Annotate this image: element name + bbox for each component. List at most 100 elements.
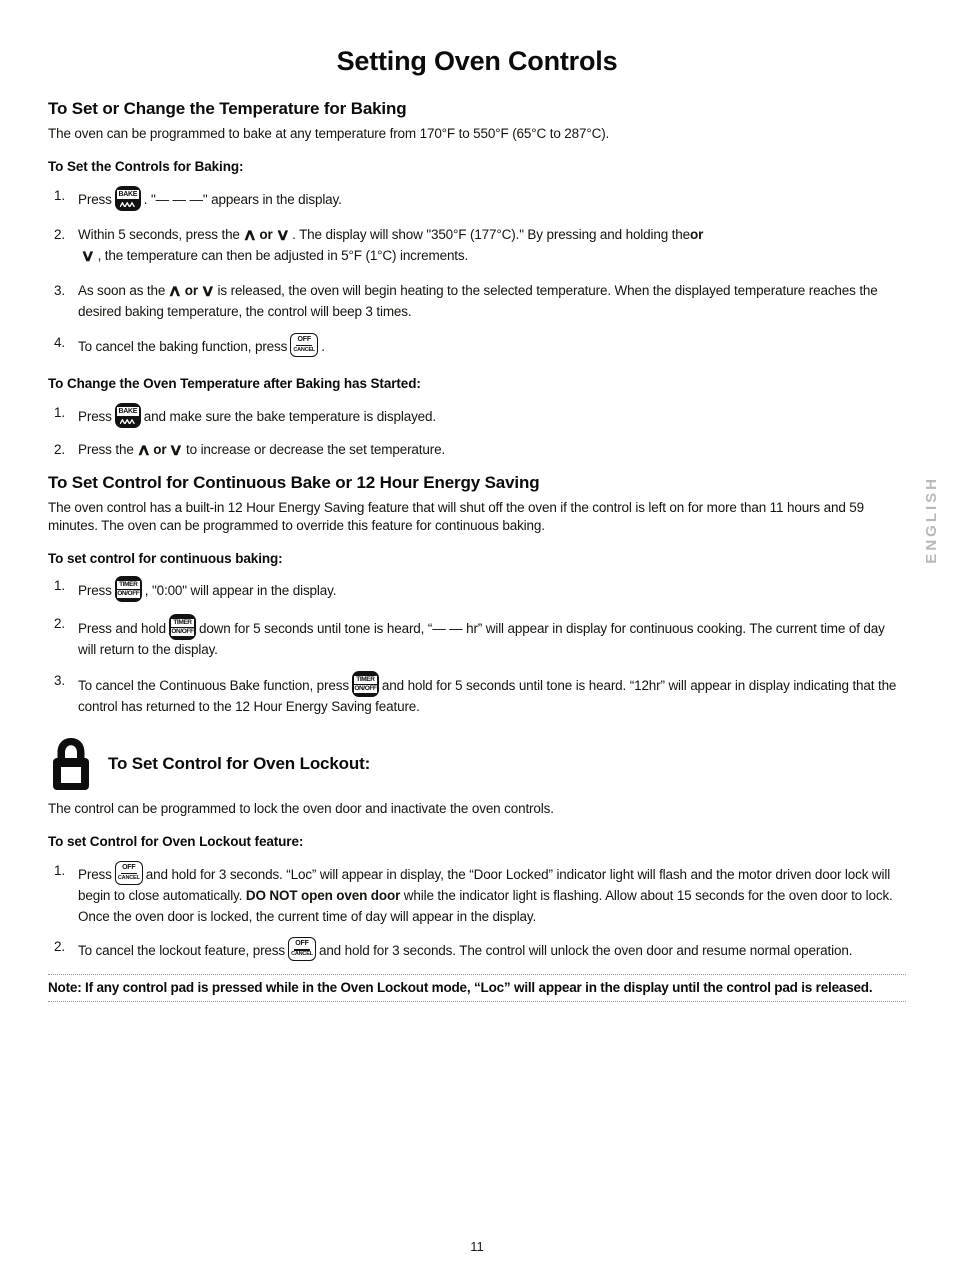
lockout-heading-row: To Set Control for Oven Lockout:	[48, 736, 906, 792]
step-text: Press the ∧ or ∨ to increase or decrease the…	[78, 440, 906, 461]
step-text-b: to increase or decrease the set temperat…	[186, 441, 446, 457]
conjunction-or: or	[259, 227, 273, 243]
section-heading: To Set or Change the Temperature for Bak…	[48, 99, 407, 118]
note-text: Note: If any control pad is pressed whil…	[48, 980, 873, 996]
cancel-icon-label: CANCEL	[291, 951, 313, 958]
step-text: To cancel the baking function, press OFF C…	[78, 332, 906, 358]
list-item: 2. To cancel the lockout feature, press O…	[48, 937, 906, 962]
section-oven-lockout: To Set Control for Oven Lockout: The con…	[48, 736, 906, 963]
manual-page: Setting Oven Controls To Set or Change t…	[0, 46, 954, 1286]
list-item: 2. Press the ∧ or ∨ to increase or decrease …	[48, 440, 906, 461]
off-icon-label: OFF	[297, 335, 312, 343]
section-subheading: To Set the Controls for Baking:	[48, 159, 244, 175]
step-number: 1.	[54, 577, 65, 593]
heating-element-icon	[119, 418, 136, 424]
page-title: Setting Oven Controls	[336, 46, 618, 76]
step-number: 3.	[54, 672, 65, 688]
arrow-down-icon[interactable]: ∨	[169, 442, 184, 459]
step-text-c: , the temperature can then be adjusted i…	[97, 248, 469, 263]
step-text-a: Press	[78, 582, 112, 598]
section-subheading: To set control for continuous baking:	[48, 550, 283, 566]
step-text: Press OFF CANCEL and hold for 3 seconds. “L…	[78, 860, 906, 928]
timer-on-off-button-icon[interactable]: TIMER ON/OFF	[168, 613, 196, 640]
step-number: 2.	[54, 615, 65, 631]
section-heading: To Set Control for Continuous Bake or 12…	[48, 472, 540, 492]
timer-icon-label: TIMER	[170, 618, 194, 627]
arrow-up-icon[interactable]: ∧	[242, 228, 257, 244]
step-text-a: Press the	[78, 441, 134, 457]
step-text: Press BAKE. "— — —" appears in the displa…	[78, 186, 906, 212]
list-item: 1. Press BAKE and make sure the bake tempe…	[48, 402, 906, 428]
side-language-label: ENGLISH	[923, 476, 940, 564]
bake-button-icon[interactable]: BAKE	[114, 402, 141, 428]
step-text: Press BAKE and make sure the bake temperat…	[78, 402, 906, 428]
step-text-a: Press	[78, 866, 112, 882]
section-intro: The control can be programmed to lock th…	[48, 800, 554, 816]
list-item: 2. Within 5 seconds, press the ∧ or ∨. The …	[48, 225, 906, 267]
step-text-b: and hold for 3 seconds. The control will…	[318, 943, 853, 959]
note-block: Note: If any control pad is pressed whil…	[48, 974, 906, 1002]
section-intro: The oven control has a built-in 12 Hour …	[48, 499, 864, 533]
conjunction-or: or	[153, 441, 167, 457]
arrow-up-icon[interactable]: ∧	[136, 442, 151, 459]
timer-on-off-button-icon[interactable]: TIMER ON/OFF	[114, 575, 142, 602]
section-continuous-bake: To Set Control for Continuous Bake or 12…	[48, 473, 906, 718]
steps-list: 1. Press TIMER ON/OFF, "0:00" will appear …	[48, 575, 906, 718]
section-intro: The oven can be programmed to bake at an…	[48, 126, 610, 141]
list-item: 4. To cancel the baking function, press O…	[48, 332, 906, 358]
steps-list: 1. Press OFF CANCEL and hold for 3 seconds.…	[48, 860, 906, 963]
timer-icon-label: TIMER	[116, 580, 140, 589]
cancel-icon-label: CANCEL	[293, 346, 316, 353]
step-text-a: To cancel the baking function, press	[78, 338, 288, 354]
step-text: To cancel the lockout feature, press OFF C…	[78, 937, 906, 962]
step-number: 2.	[54, 441, 65, 457]
section-subheading: To set Control for Oven Lockout feature:	[48, 833, 304, 849]
arrow-down-icon[interactable]: ∨	[201, 283, 216, 300]
section-heading: To Set Control for Oven Lockout:	[108, 753, 371, 773]
step-text: Within 5 seconds, press the ∧ or ∨. The dis…	[78, 225, 906, 267]
step-text-b: . The display will show "350°F (177°C)."…	[292, 227, 691, 243]
step-text-emphasis: DO NOT open oven door	[245, 887, 401, 903]
section-subheading: To Change the Oven Temperature after Bak…	[48, 375, 421, 391]
step-text-a: As soon as the	[78, 282, 166, 298]
timer-on-off-button-icon[interactable]: TIMER ON/OFF	[351, 670, 379, 697]
step-text: As soon as the ∧ or ∨ is released, the oven …	[78, 281, 906, 323]
steps-list: 1. Press BAKE. "— — —" appears in the dis…	[48, 186, 906, 358]
heating-element-icon	[119, 202, 136, 208]
bake-icon-label: BAKE	[116, 190, 139, 200]
arrow-down-icon[interactable]: ∨	[275, 228, 290, 244]
step-text-b: and make sure the bake temperature is di…	[143, 408, 436, 424]
on-off-icon-label: ON/OFF	[353, 684, 377, 693]
step-text-b: .	[321, 338, 325, 354]
step-number: 2.	[54, 939, 65, 955]
off-cancel-button-icon[interactable]: OFF CANCEL	[114, 860, 143, 885]
list-item: 3. To cancel the Continuous Bake functio…	[48, 670, 906, 718]
arrow-up-icon[interactable]: ∧	[168, 283, 183, 300]
list-item: 3. As soon as the ∧ or ∨ is released, the ov…	[48, 281, 906, 323]
on-off-icon-label: ON/OFF	[170, 627, 194, 636]
step-text-a: Press	[78, 408, 112, 424]
step-number: 1.	[54, 862, 65, 878]
cancel-icon-label: CANCEL	[117, 874, 140, 881]
section-change-temperature-after-baking: To Change the Oven Temperature after Bak…	[48, 376, 906, 461]
step-number: 1.	[54, 404, 65, 420]
step-text-a: To cancel the Continuous Bake function, …	[78, 677, 349, 693]
step-number: 2.	[54, 227, 65, 243]
step-text-b: down for 5 seconds until tone is heard, …	[78, 620, 885, 657]
timer-icon-label: TIMER	[353, 675, 377, 684]
off-icon-label: OFF	[295, 940, 309, 948]
step-text-a: To cancel the lockout feature, press	[78, 943, 285, 959]
page-number: 11	[470, 1239, 484, 1254]
bake-button-icon[interactable]: BAKE	[114, 186, 141, 212]
step-text: Press and hold TIMER ON/OFF down for 5 seco…	[78, 613, 906, 661]
conjunction-or: or	[184, 282, 198, 298]
step-text-b: , "0:00" will appear in the display.	[144, 582, 337, 598]
off-cancel-button-icon[interactable]: OFF CANCEL	[287, 937, 316, 962]
step-text-a: Within 5 seconds, press the	[78, 227, 240, 243]
list-item: 2. Press and hold TIMER ON/OFF down for 5 s…	[48, 613, 906, 661]
on-off-icon-label: ON/OFF	[116, 589, 140, 598]
list-item: 1. Press BAKE. "— — —" appears in the dis…	[48, 186, 906, 212]
arrow-down-icon[interactable]: ∨	[81, 249, 96, 265]
off-cancel-button-icon[interactable]: OFF CANCEL	[290, 332, 319, 357]
step-number: 4.	[54, 334, 65, 350]
